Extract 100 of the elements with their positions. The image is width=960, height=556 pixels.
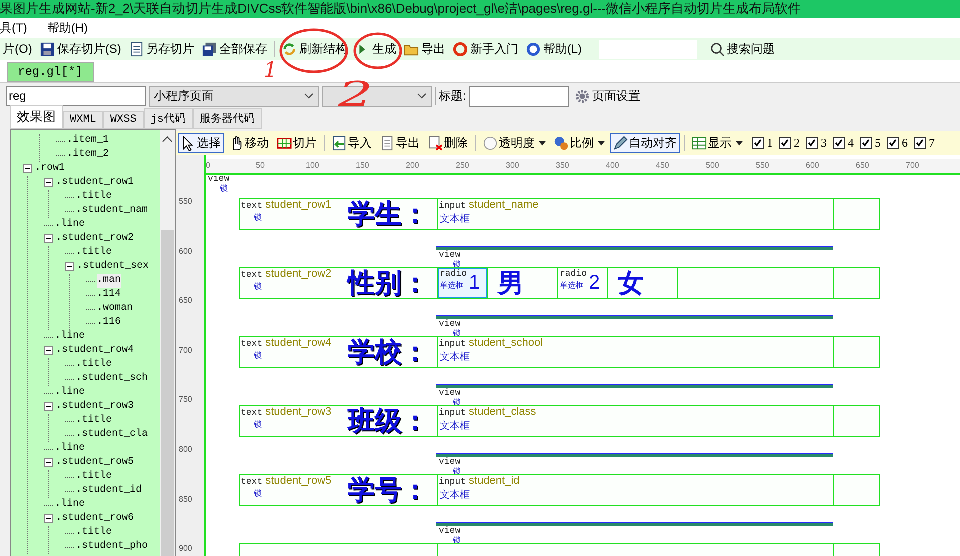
- tree-item[interactable]: .title: [76, 470, 112, 484]
- tool-button[interactable]: 自动对齐: [610, 133, 680, 153]
- tree-item[interactable]: .line: [55, 442, 86, 456]
- menu-item[interactable]: 帮助(H): [47, 20, 88, 36]
- element-name: student_name: [469, 200, 539, 211]
- tree-item[interactable]: .student_nam: [76, 204, 148, 218]
- tree-item[interactable]: .student_row2: [56, 232, 134, 246]
- checkbox-label: 5: [875, 136, 881, 150]
- tree-item[interactable]: .114: [97, 288, 122, 302]
- tree-item[interactable]: .man: [97, 274, 122, 288]
- view-tab[interactable]: WXML: [63, 111, 104, 129]
- tree-item[interactable]: .row1: [35, 162, 66, 176]
- toolbar-button[interactable]: 导出: [401, 39, 448, 59]
- element-tag: view: [439, 251, 461, 260]
- toolbar-button[interactable]: 帮助(L): [523, 39, 585, 59]
- ruler-label: 100: [306, 161, 320, 170]
- ruler-label: 500: [706, 161, 720, 170]
- tool-button[interactable]: 移动: [226, 133, 272, 153]
- row-element[interactable]: text student_row4 锁 学校： input student_school 文本框: [239, 336, 880, 368]
- menu-item[interactable]: 具(T): [0, 20, 28, 36]
- tree-item[interactable]: .item_1: [67, 134, 110, 148]
- view-tab[interactable]: 服务器代码: [193, 108, 262, 129]
- ruler-label: 650: [179, 296, 192, 306]
- row-element[interactable]: text student_row3 锁 班级： input student_class 文本框: [239, 405, 880, 437]
- tool-button[interactable]: 导入: [329, 133, 375, 153]
- tree-item[interactable]: .student_id: [76, 484, 142, 498]
- tree-item[interactable]: .student_row1: [56, 176, 134, 190]
- tree-item[interactable]: .student_row5: [56, 456, 134, 470]
- toolbar-button[interactable]: 片(O): [0, 39, 36, 59]
- checkbox-label: 7: [929, 136, 935, 150]
- tree-item[interactable]: .line: [55, 218, 86, 232]
- element-caption: 文本框: [440, 214, 470, 225]
- element-name: student_row5: [266, 476, 332, 487]
- tree-item[interactable]: .woman: [97, 302, 134, 316]
- row-element[interactable]: text student_row1 锁 学生： input student_name 文本框: [239, 198, 880, 230]
- tree-item[interactable]: .title: [76, 358, 112, 372]
- ruler-label: 750: [179, 395, 192, 404]
- toolbar-button[interactable]: 保存切片(S): [37, 39, 124, 59]
- checkbox-label: 2: [794, 136, 800, 150]
- page-name-field[interactable]: reg: [6, 86, 146, 106]
- toolbar-button[interactable]: 全部保存: [199, 39, 270, 59]
- ruler-label: 600: [179, 246, 192, 256]
- tree-item[interactable]: .student_row6: [56, 512, 134, 526]
- radio-label: 女: [618, 268, 644, 298]
- tree-item[interactable]: .student_sex: [77, 260, 150, 274]
- ruler-label: 600: [806, 161, 820, 170]
- tree-item[interactable]: .116: [97, 316, 122, 330]
- tree-item[interactable]: .student_pho: [76, 540, 148, 554]
- ruler-label: 550: [756, 161, 770, 170]
- tree-item[interactable]: .title: [76, 414, 112, 428]
- element-tag: input: [439, 339, 466, 349]
- checkbox-label: 3: [821, 136, 827, 150]
- toolbar-button[interactable]: 新手入门: [450, 39, 522, 59]
- row-element[interactable]: text student_row5 锁 学号： input student_id 文本框: [239, 474, 880, 506]
- element-tag: text: [241, 408, 263, 418]
- row-title: 性别：: [348, 268, 429, 298]
- ruler-label: 50: [256, 161, 265, 170]
- tree-item[interactable]: .student_sch: [76, 372, 148, 386]
- ruler-label: 250: [456, 161, 470, 170]
- tree-item[interactable]: .title: [76, 246, 112, 260]
- tree-item[interactable]: .student_row3: [56, 400, 134, 414]
- tool-dropdown[interactable]: 透明度: [480, 133, 549, 153]
- element-caption: 单选框: [560, 281, 585, 291]
- file-tab[interactable]: reg.gl[*]: [7, 62, 94, 82]
- view-tab[interactable]: 效果图: [10, 105, 63, 129]
- element-tag: view: [439, 458, 461, 467]
- lock-label: 锁: [254, 213, 262, 222]
- tree-item[interactable]: .student_row4: [56, 344, 134, 358]
- lock-label: 锁: [254, 282, 262, 291]
- page-type-dropdown[interactable]: 小程序页面: [149, 86, 319, 106]
- row-title: 学生：: [348, 199, 429, 229]
- element-tag: radio: [440, 269, 468, 279]
- element-name: student_row1: [266, 200, 332, 211]
- search-button[interactable]: 搜索问题: [707, 39, 778, 59]
- toolbar-button[interactable]: 另存切片: [126, 39, 198, 59]
- ruler-label: 300: [506, 161, 520, 170]
- tree-item[interactable]: .title: [76, 190, 112, 204]
- tool-dropdown[interactable]: 比例: [551, 133, 608, 153]
- ruler-label: 200: [406, 161, 420, 170]
- tool-button[interactable]: 导出: [377, 133, 423, 153]
- tree-item[interactable]: .line: [55, 386, 86, 400]
- lock-label: 锁: [254, 420, 262, 429]
- row-title: 学校：: [348, 337, 429, 367]
- tree-item[interactable]: .item_2: [67, 148, 110, 162]
- tool-dropdown[interactable]: 显示: [689, 133, 746, 153]
- ruler-label: 450: [656, 161, 670, 170]
- view-tab[interactable]: js代码: [144, 108, 194, 129]
- tree-item[interactable]: .line: [55, 330, 86, 344]
- tree-item[interactable]: .student_cla: [76, 428, 148, 442]
- tool-button[interactable]: 选择: [178, 133, 224, 153]
- element-tag: input: [439, 201, 466, 211]
- tool-button[interactable]: 切片: [274, 133, 320, 153]
- toolbar-button[interactable]: 生成: [352, 39, 400, 59]
- tool-button[interactable]: 删除: [425, 133, 471, 153]
- page-settings-button[interactable]: 页面设置: [572, 86, 644, 106]
- ruler-label: 0: [206, 161, 210, 170]
- window-title: 果图片生成网站-新2_2\天联自动切片生成DIVCss软件智能版\bin\x86\Debug\project_gl\e洁\pages\reg.gl---微信小程序自动切片生成布局软件: [0, 0, 960, 18]
- tree-item[interactable]: .title: [76, 526, 112, 540]
- view-tab[interactable]: WXSS: [103, 111, 144, 129]
- tree-item[interactable]: .line: [55, 498, 86, 512]
